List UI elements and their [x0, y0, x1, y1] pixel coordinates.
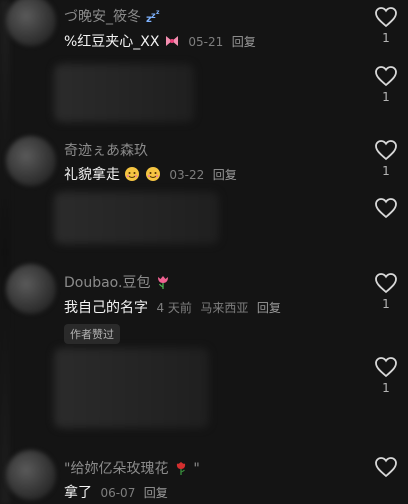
- reply-button[interactable]: 回复: [144, 486, 168, 500]
- sleep-zzz-icon: z z z: [146, 9, 160, 24]
- comment-date: 06-07: [100, 486, 136, 500]
- smiling-face-icon: [145, 167, 160, 181]
- comment-username[interactable]: Doubao.豆包: [64, 272, 171, 292]
- like-count: 1: [382, 31, 390, 45]
- reply-button[interactable]: 回复: [232, 35, 256, 49]
- avatar[interactable]: [6, 264, 56, 314]
- comment-text: 我自己的名字 4 天前 马来西亚 回复: [64, 300, 281, 316]
- smiling-face-icon: [125, 167, 140, 181]
- like-heart-icon[interactable]: [374, 356, 398, 378]
- like-heart-icon[interactable]: [374, 197, 398, 219]
- like-count: 1: [382, 297, 390, 311]
- avatar[interactable]: [6, 450, 56, 500]
- like-count: 1: [382, 381, 390, 395]
- reply-button[interactable]: 回复: [213, 168, 237, 182]
- like-count: 1: [382, 90, 390, 104]
- comment-text: 拿了 06-07 回复: [64, 485, 168, 501]
- blurred-content: [54, 64, 194, 122]
- comment-username[interactable]: 奇迹ぇあ森玖: [64, 140, 148, 160]
- pink-bow-icon: [165, 36, 178, 46]
- reply-button[interactable]: 回复: [257, 301, 281, 315]
- comment-location: 马来西亚: [200, 301, 249, 315]
- comment-username[interactable]: "给妳亿朵玫瑰花 ": [64, 458, 200, 478]
- like-count: 1: [382, 164, 390, 178]
- comment-text: 礼貌拿走 03-22 回复: [64, 167, 237, 183]
- tulip-icon: [157, 276, 168, 289]
- blurred-content: [54, 192, 219, 244]
- like-heart-icon[interactable]: [374, 65, 398, 87]
- like-heart-icon[interactable]: [374, 139, 398, 161]
- comment-date: 03-22: [169, 168, 205, 182]
- left-edge-blur: [0, 0, 10, 504]
- comment-username[interactable]: づ晚安_筱冬 z z z: [64, 6, 161, 26]
- avatar[interactable]: [6, 0, 56, 46]
- comment-date: 05-21: [188, 35, 224, 49]
- comment-text: %红豆夹心_XX 05-21 回复: [64, 34, 256, 50]
- like-heart-icon[interactable]: [374, 272, 398, 294]
- blurred-content: [54, 348, 209, 428]
- svg-text:z: z: [156, 9, 160, 16]
- rose-icon: [176, 462, 186, 475]
- like-heart-icon[interactable]: [374, 456, 398, 478]
- comment-date: 4 天前: [156, 301, 192, 315]
- author-liked-badge: 作者赞过: [64, 324, 120, 344]
- like-heart-icon[interactable]: [374, 6, 398, 28]
- avatar[interactable]: [6, 136, 56, 186]
